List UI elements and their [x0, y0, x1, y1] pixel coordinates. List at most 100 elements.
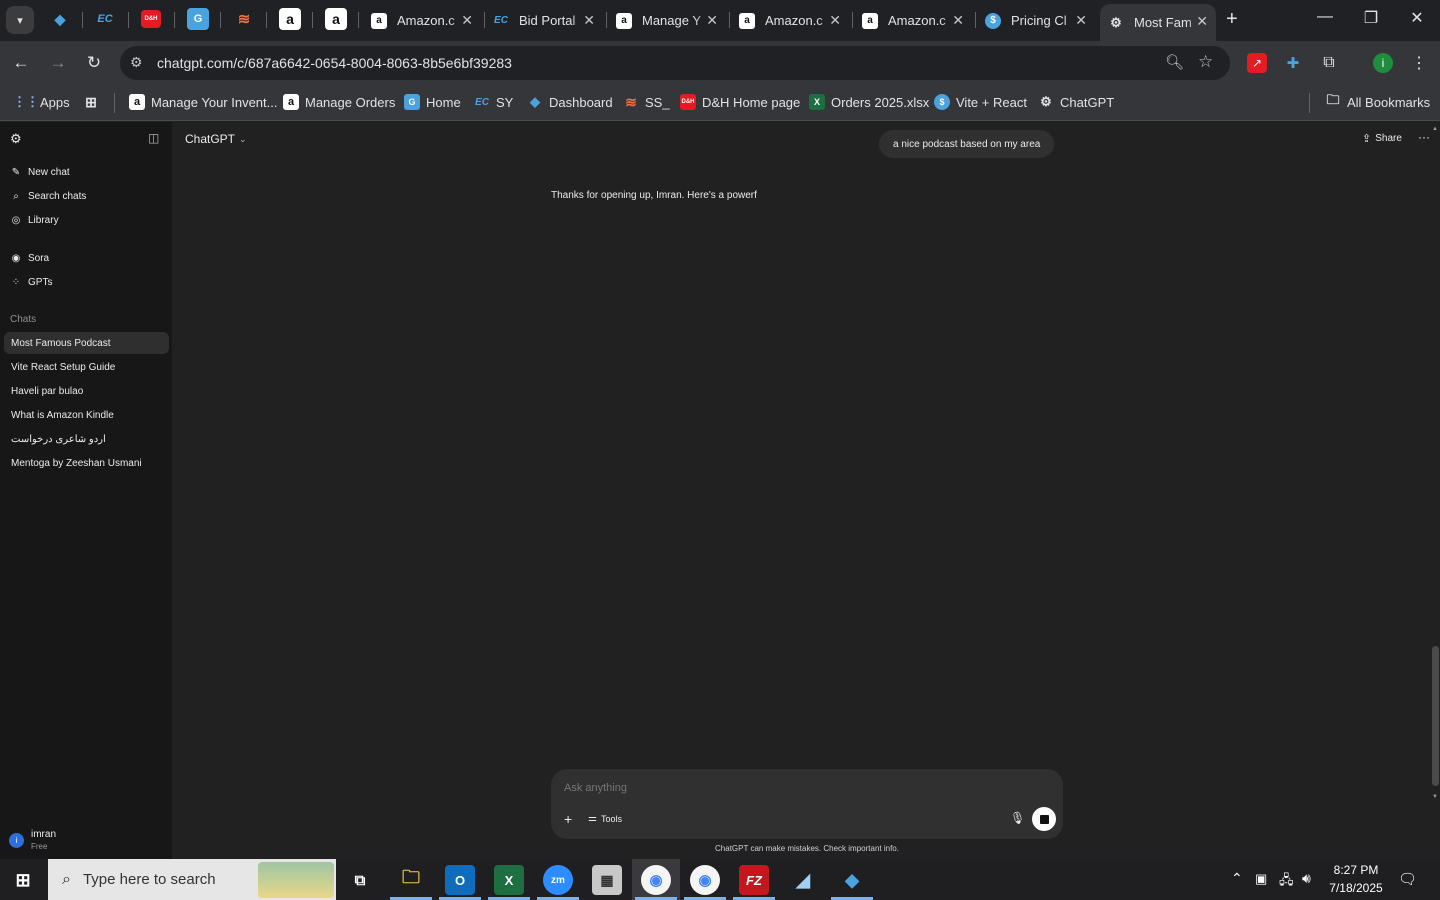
task-view-icon[interactable]: ⧉ [345, 865, 375, 895]
more-options-icon[interactable]: ··· [1418, 130, 1430, 144]
tab-amazon-2[interactable]: a Amazon.c ✕ [731, 6, 849, 35]
user-avatar[interactable]: i [9, 833, 24, 848]
excel-icon[interactable]: X [494, 865, 524, 895]
model-selector[interactable]: ChatGPT ⌄ [185, 132, 247, 146]
clock-time[interactable]: 8:27 PM [1330, 863, 1382, 877]
bookmark-manage-orders[interactable]: a Manage Orders [283, 92, 395, 112]
scroll-up-icon[interactable]: ▲ [1432, 126, 1438, 132]
close-icon[interactable]: ✕ [583, 12, 595, 29]
chat-item-vite-react[interactable]: Vite React Setup Guide [4, 356, 169, 378]
bookmark-vite-react[interactable]: $ Vite + React [934, 92, 1027, 112]
chat-item-amazon-kindle[interactable]: What is Amazon Kindle [4, 404, 169, 426]
bookmark-home[interactable]: G Home [404, 92, 461, 112]
close-icon[interactable]: ✕ [829, 12, 841, 29]
site-info-icon[interactable]: ⚙ [130, 54, 143, 71]
back-button[interactable]: ← [8, 50, 34, 76]
close-window-button[interactable]: ✕ [1402, 8, 1432, 28]
browser-toolbar: ← → ↻ ⚙ chatgpt.com/c/687a6642-0654-8004… [0, 41, 1440, 85]
close-icon[interactable]: ✕ [706, 12, 718, 29]
minimize-button[interactable]: — [1310, 8, 1340, 26]
pinned-tab-2[interactable]: EC [94, 8, 116, 30]
tab-pricing[interactable]: $ Pricing Cl ✕ [977, 6, 1095, 35]
chat-item-mentoga[interactable]: Mentoga by Zeeshan Usmani [4, 452, 169, 474]
tools-button[interactable]: ⚌ Tools [588, 813, 622, 824]
url-text[interactable]: chatgpt.com/c/687a6642-0654-8004-8063-8b… [157, 55, 512, 71]
bookmark-tab-groups[interactable]: ⊞ [83, 92, 105, 112]
pinned-tab-7[interactable]: a [325, 8, 347, 30]
blue-diamond-icon[interactable]: ◆ [837, 865, 867, 895]
composer-input[interactable] [564, 779, 1044, 797]
tab-manage[interactable]: a Manage Y ✕ [608, 6, 726, 35]
tab-amazon-3[interactable]: a Amazon.c ✕ [854, 6, 972, 35]
zoom-app-icon[interactable]: zm [543, 865, 573, 895]
bookmark-orders-xlsx[interactable]: X Orders 2025.xlsx [809, 92, 929, 112]
calculator-icon[interactable]: ▦ [592, 865, 622, 895]
openai-logo-icon[interactable]: ⚙ [10, 131, 22, 147]
stop-button[interactable] [1032, 807, 1056, 831]
share-button[interactable]: ⇪ Share [1362, 132, 1402, 145]
pinned-tab-1[interactable]: ◆ [49, 8, 71, 30]
taskbar-search[interactable]: ⌕ Type here to search [48, 859, 336, 900]
outlook-icon[interactable]: O [445, 865, 475, 895]
notification-icon[interactable]: 🗨︎ [1398, 870, 1417, 888]
sora-button[interactable]: ◉ Sora [10, 253, 50, 264]
scroll-down-icon[interactable]: ▼ [1432, 794, 1438, 800]
volume-icon[interactable]: 🔊︎ [1302, 870, 1311, 887]
microphone-icon[interactable]: 🎙︎ [1010, 811, 1025, 825]
pinned-tab-5[interactable]: ≋ [233, 8, 255, 30]
pinned-tab-4[interactable]: G [187, 8, 209, 30]
address-bar[interactable]: ⚙ chatgpt.com/c/687a6642-0654-8004-8063-… [120, 46, 1230, 80]
bookmark-manage-inventory[interactable]: a Manage Your Invent... [129, 92, 277, 112]
close-icon[interactable]: ✕ [1196, 13, 1208, 30]
bookmark-star-icon[interactable]: ☆ [1198, 52, 1213, 72]
filezilla-icon[interactable]: FZ [739, 865, 769, 895]
ext-arrow-icon[interactable]: ↗ [1247, 53, 1267, 73]
zoom-icon[interactable]: 🔍︎ [1165, 53, 1184, 71]
bookmark-dashboard[interactable]: ◆ Dashboard [527, 92, 613, 112]
chat-item-haveli[interactable]: Haveli par bulao [4, 380, 169, 402]
pinned-tab-6[interactable]: a [279, 8, 301, 30]
bookmark-all-bookmarks[interactable]: 🗀 All Bookmarks [1325, 92, 1430, 112]
pinned-tab-3[interactable]: D&H [141, 10, 161, 28]
chrome-icon[interactable]: ◉ [690, 865, 720, 895]
profile-avatar[interactable]: i [1373, 53, 1393, 73]
restore-button[interactable]: ❐ [1356, 8, 1386, 28]
chevron-up-icon[interactable]: ⌃ [1231, 870, 1243, 887]
gpts-button[interactable]: ⁘ GPTs [10, 277, 53, 288]
reload-button[interactable]: ↻ [81, 50, 107, 76]
scrollbar-thumb[interactable] [1432, 646, 1439, 786]
menu-kebab-icon[interactable]: ⋮ [1409, 53, 1429, 73]
plus-icon[interactable]: + [564, 811, 572, 827]
chat-item-most-famous-podcast[interactable]: Most Famous Podcast [4, 332, 169, 354]
library-button[interactable]: ◎ Library [10, 215, 59, 226]
search-chats-button[interactable]: ⌕ Search chats [10, 191, 86, 202]
forward-button[interactable]: → [45, 50, 71, 76]
close-icon[interactable]: ✕ [461, 12, 473, 29]
tab-amazon-1[interactable]: a Amazon.c ✕ [363, 6, 481, 35]
bookmark-apps[interactable]: ⋮⋮ Apps [13, 92, 70, 112]
tab-most-famous-active[interactable]: ⚙ Most Fam ✕ [1100, 4, 1216, 41]
bookmark-dh-home[interactable]: D&H D&H Home page [680, 92, 800, 112]
close-icon[interactable]: ✕ [952, 12, 964, 29]
tab-bid-portal[interactable]: EC Bid Portal ✕ [485, 6, 603, 35]
chrome-icon[interactable]: ◉ [641, 865, 671, 895]
user-name[interactable]: imran [31, 829, 56, 840]
bookmark-sy[interactable]: EC SY [474, 92, 513, 112]
chat-item-urdu-poetry[interactable]: اردو شاعری درخواست [4, 428, 169, 450]
file-explorer-icon[interactable]: 🗀 [396, 865, 426, 895]
notes-app-icon[interactable]: ◢ [788, 865, 818, 895]
bookmark-ss[interactable]: ≋ SS_ [623, 92, 669, 112]
close-icon[interactable]: ✕ [1075, 12, 1087, 29]
close-sidebar-icon[interactable]: ◫ [148, 131, 159, 145]
network-icon[interactable]: 🖧 [1279, 871, 1294, 893]
new-chat-button[interactable]: ✎ New chat [10, 167, 70, 178]
new-tab-button[interactable]: + [1226, 8, 1238, 31]
windows-start-icon[interactable]: ⊞ [8, 865, 38, 895]
security-tray-icon[interactable]: ▣ [1255, 871, 1267, 887]
ext-puzzle-blue-icon[interactable]: ✚ [1283, 53, 1303, 73]
extensions-icon[interactable]: ⧉ [1319, 53, 1339, 73]
tab-search-button[interactable]: ▾ [6, 6, 34, 34]
page-scrollbar[interactable]: ▲ ▼ [1431, 126, 1440, 854]
bookmark-chatgpt[interactable]: ⚙ ChatGPT [1038, 92, 1114, 112]
clock-date[interactable]: 7/18/2025 [1326, 881, 1386, 895]
